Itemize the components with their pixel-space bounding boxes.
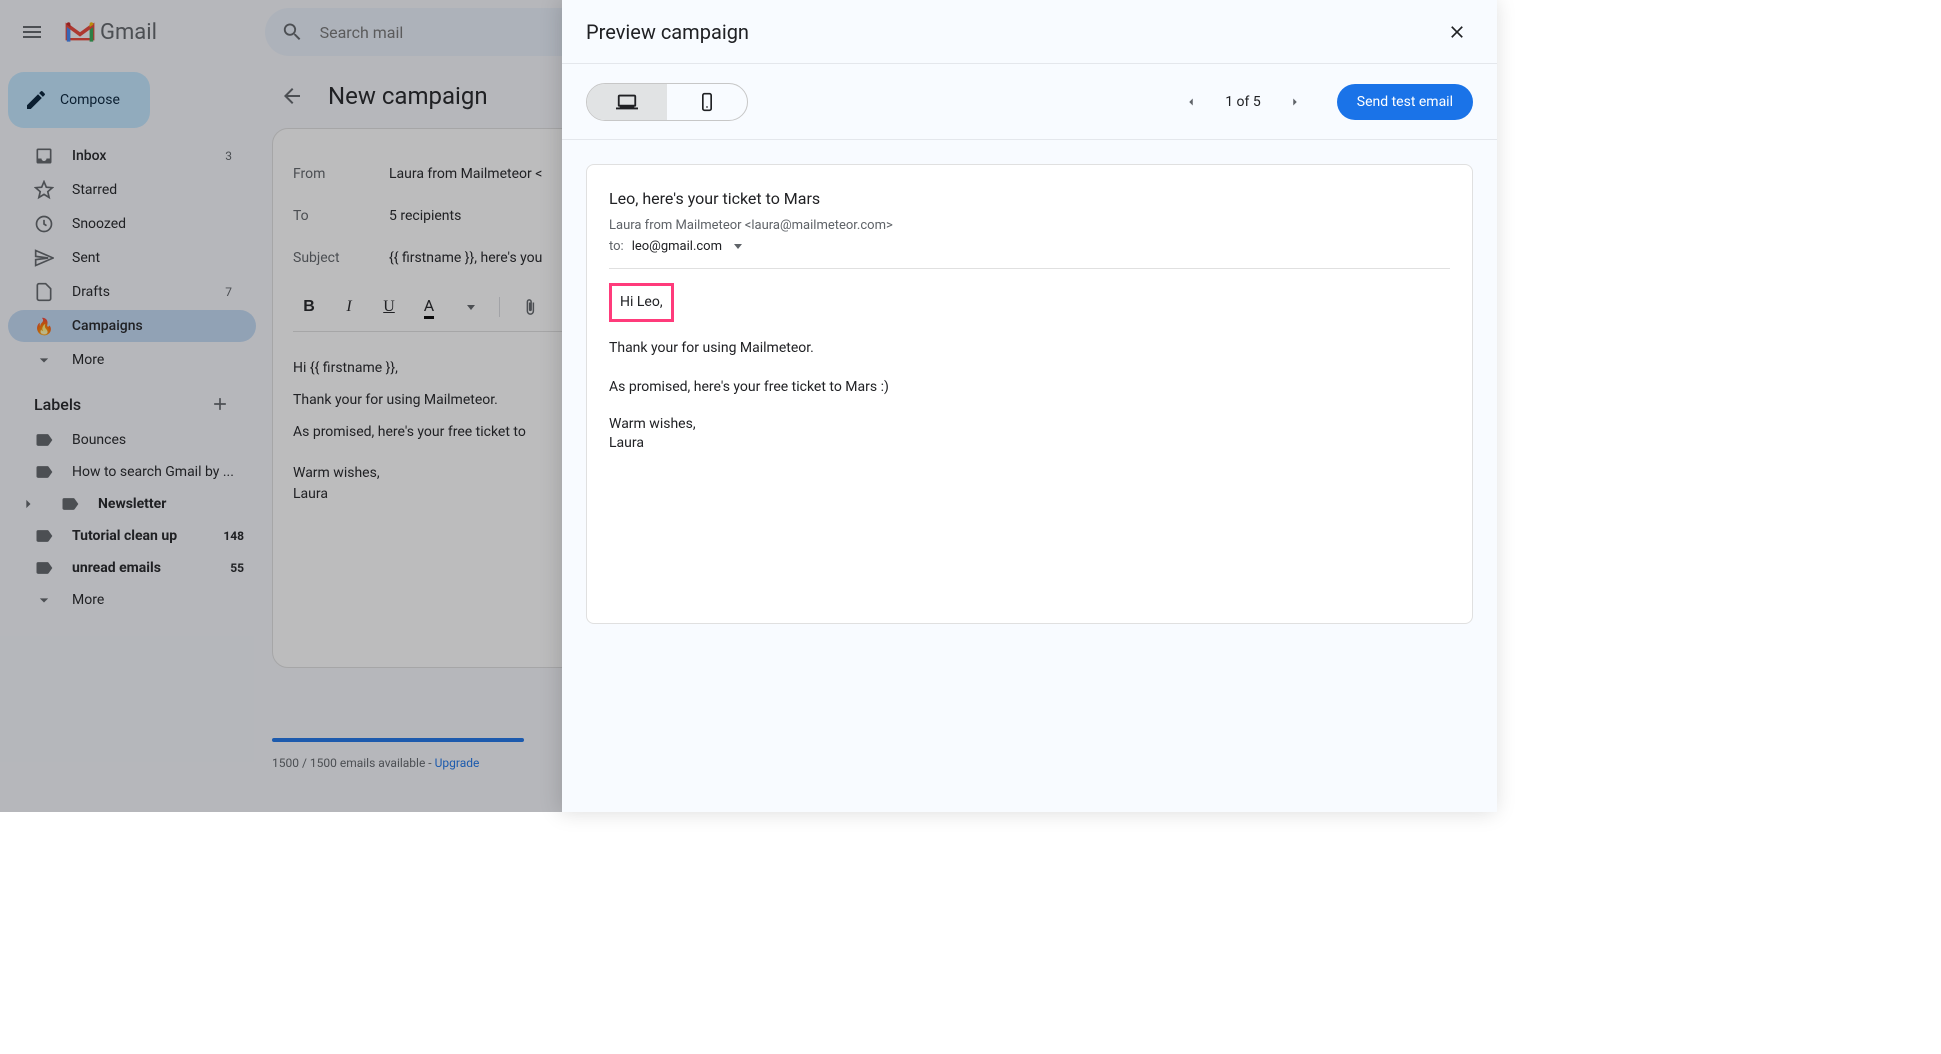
device-toggle	[586, 83, 748, 121]
preview-subject: Leo, here's your ticket to Mars	[609, 189, 1450, 208]
chevron-left-icon	[1184, 95, 1198, 109]
preview-panel: Preview campaign 1 of 5	[562, 0, 1497, 812]
laptop-icon	[616, 91, 638, 113]
preview-line: Warm wishes,	[609, 415, 1450, 435]
next-button[interactable]	[1281, 88, 1309, 116]
preview-to-value[interactable]: leo@gmail.com	[632, 239, 722, 254]
preview-body: Hi Leo, Thank your for using Mailmeteor.…	[609, 269, 1450, 454]
email-preview: Leo, here's your ticket to Mars Laura fr…	[586, 164, 1473, 624]
panel-title: Preview campaign	[586, 20, 749, 44]
close-button[interactable]	[1441, 16, 1473, 48]
highlighted-greeting: Hi Leo,	[609, 283, 674, 322]
smartphone-icon	[697, 92, 717, 112]
chevron-right-icon	[1288, 95, 1302, 109]
preview-line: Laura	[609, 434, 1450, 454]
preview-from: Laura from Mailmeteor <laura@mailmeteor.…	[609, 218, 1450, 233]
preview-line: As promised, here's your free ticket to …	[609, 375, 1450, 400]
send-test-email-button[interactable]: Send test email	[1337, 84, 1473, 120]
close-icon	[1447, 22, 1467, 42]
desktop-view-button[interactable]	[587, 84, 667, 120]
preview-line: Thank your for using Mailmeteor.	[609, 336, 1450, 361]
recipient-dropdown-icon[interactable]	[734, 244, 742, 249]
mobile-view-button[interactable]	[667, 84, 747, 120]
preview-to-label: to:	[609, 239, 624, 254]
page-indicator: 1 of 5	[1225, 94, 1261, 110]
prev-button[interactable]	[1177, 88, 1205, 116]
send-test-label: Send test email	[1357, 94, 1453, 110]
